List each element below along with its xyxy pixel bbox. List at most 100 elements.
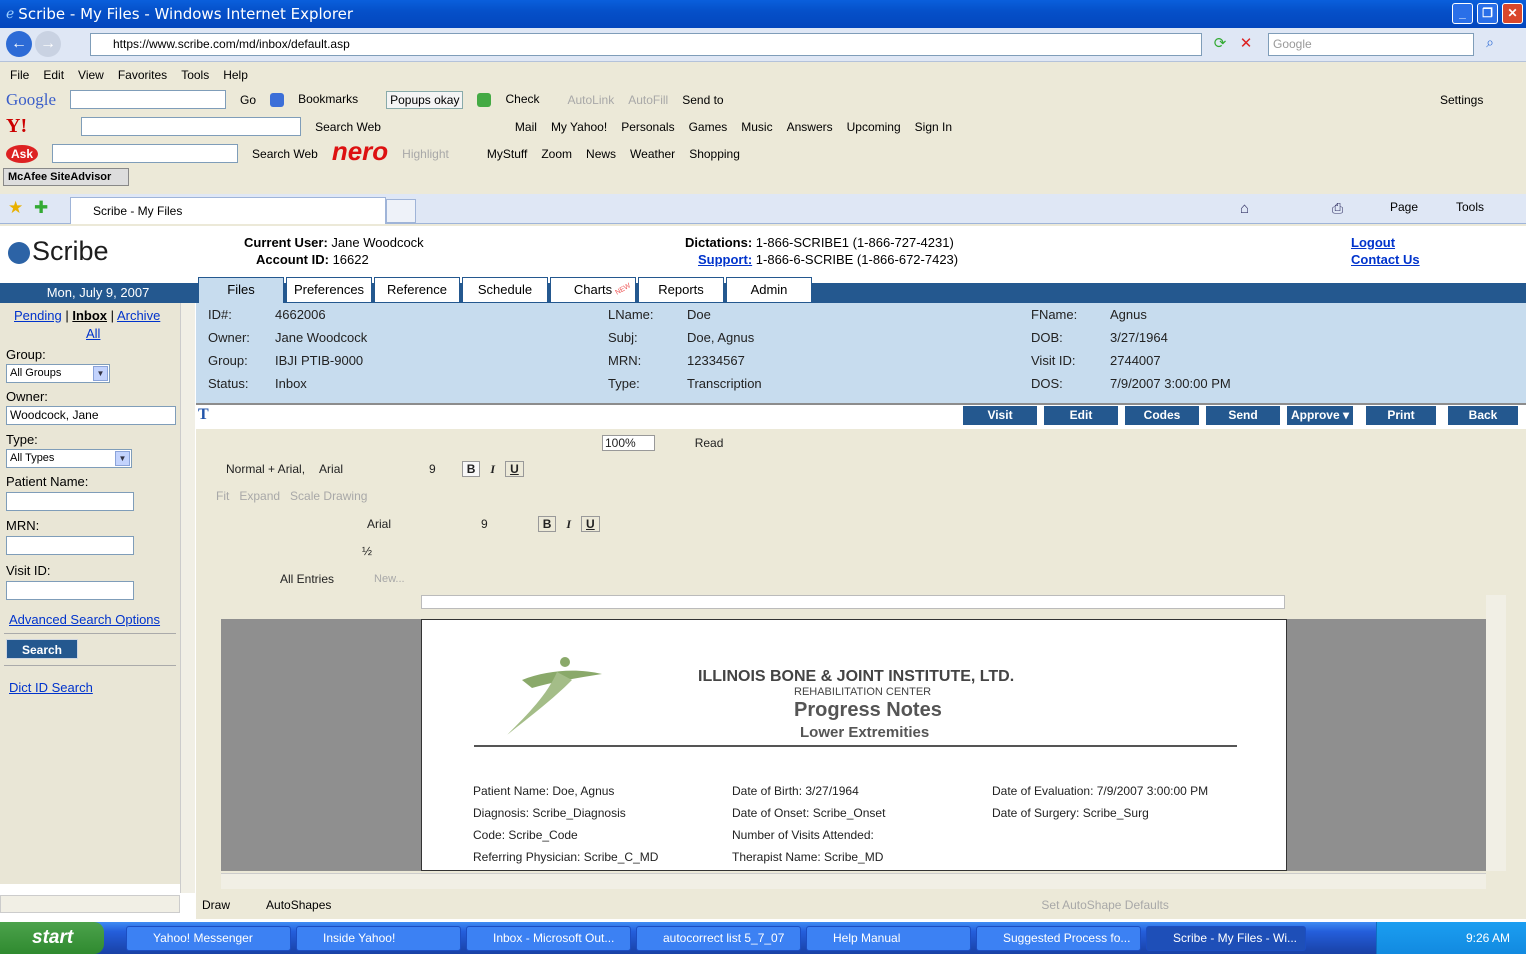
bookmarks-button[interactable]: Bookmarks [298, 92, 358, 106]
sidebar-horizontal-scrollbar[interactable] [0, 895, 180, 913]
refresh-icon[interactable]: ⟳ [1210, 34, 1230, 54]
pending-link[interactable]: Pending [14, 308, 62, 323]
url-input[interactable]: https://www.scribe.com/md/inbox/default.… [90, 33, 1202, 56]
close-button[interactable]: ✕ [1502, 3, 1523, 24]
draw-menu-button[interactable]: Draw [202, 898, 230, 912]
games-button[interactable]: Games [689, 120, 728, 134]
search-button[interactable]: Search [6, 639, 78, 659]
google-search-input[interactable] [70, 90, 227, 109]
group-select[interactable]: All Groups ▼ [6, 364, 110, 383]
font-select-2[interactable]: Arial [367, 517, 471, 531]
zoom-button[interactable]: Zoom [541, 147, 572, 161]
visit-button[interactable]: Visit [963, 406, 1037, 425]
font-size-select-2[interactable]: 9 [481, 517, 488, 531]
task-help-manual[interactable]: Help Manual [806, 926, 971, 951]
underline-button-2[interactable]: U [581, 516, 600, 532]
autoshapes-menu-button[interactable]: AutoShapes [266, 898, 331, 912]
back-button[interactable]: Back [1448, 406, 1518, 425]
tab-files[interactable]: Files [198, 277, 284, 303]
inbox-link[interactable]: Inbox [72, 308, 107, 323]
autolink-button[interactable]: AutoLink [568, 93, 615, 107]
mcafee-siteadvisor-button[interactable]: McAfee SiteAdvisor [3, 168, 129, 186]
search-input[interactable]: Google [1268, 33, 1474, 56]
dict-id-search-link[interactable]: Dict ID Search [9, 680, 93, 695]
menu-edit[interactable]: Edit [43, 68, 64, 82]
italic-button-2[interactable]: I [566, 517, 571, 532]
popups-button[interactable]: Popups okay [386, 90, 464, 109]
underline-button[interactable]: U [505, 461, 524, 477]
tab-reference[interactable]: Reference [374, 277, 460, 302]
mrn-input[interactable] [6, 536, 134, 555]
yahoo-search-input[interactable] [81, 117, 302, 136]
owner-input[interactable]: Woodcock, Jane [6, 406, 176, 425]
browser-tab[interactable]: Scribe - My Files [70, 197, 386, 224]
advanced-search-link[interactable]: Advanced Search Options [9, 612, 160, 627]
contact-us-link[interactable]: Contact Us [1351, 252, 1420, 267]
weather-button[interactable]: Weather [630, 147, 675, 161]
document-horizontal-scrollbar[interactable] [221, 873, 1486, 889]
sidebar-scrollbar[interactable] [180, 303, 195, 893]
fit-button[interactable]: Fit [216, 489, 229, 503]
send-to-button[interactable]: Send to [682, 93, 723, 107]
bold-button-2[interactable]: B [537, 516, 557, 532]
italic-button[interactable]: I [490, 462, 495, 477]
yahoo-search-web-button[interactable]: Search Web [315, 120, 381, 134]
print-icon[interactable]: ⎙ [1332, 200, 1343, 217]
mystuff-button[interactable]: MyStuff [487, 147, 527, 161]
type-select[interactable]: All Types ▼ [6, 449, 132, 468]
new-autotext-button[interactable]: New... [374, 573, 405, 585]
favorites-star-icon[interactable]: ★ [8, 198, 23, 218]
patient-name-input[interactable] [6, 492, 134, 511]
document-page[interactable]: ILLINOIS BONE & JOINT INSTITUTE, LTD. RE… [421, 619, 1287, 871]
font-size-select[interactable]: 9 [429, 462, 436, 476]
style-select[interactable]: Normal + Arial, [226, 462, 305, 476]
mail-button[interactable]: Mail [515, 120, 537, 134]
codes-button[interactable]: Codes [1125, 406, 1199, 425]
logout-link[interactable]: Logout [1351, 235, 1395, 250]
menu-favorites[interactable]: Favorites [118, 68, 167, 82]
send-button[interactable]: Send [1206, 406, 1280, 425]
task-outlook-inbox[interactable]: Inbox - Microsoft Out... [466, 926, 631, 951]
scale-drawing-button[interactable]: Scale Drawing [290, 489, 367, 503]
task-inside-yahoo[interactable]: Inside Yahoo! [296, 926, 461, 951]
edit-button[interactable]: Edit [1044, 406, 1118, 425]
line-weight-select[interactable]: ½ [362, 544, 372, 558]
search-icon[interactable]: ⌕ [1480, 34, 1500, 54]
menu-view[interactable]: View [78, 68, 104, 82]
task-yahoo-messenger[interactable]: Yahoo! Messenger [126, 926, 291, 951]
minimize-button[interactable]: _ [1452, 3, 1473, 24]
new-tab-button[interactable] [386, 199, 416, 223]
tab-reports[interactable]: Reports [638, 277, 724, 302]
home-icon[interactable]: ⌂ [1240, 200, 1249, 217]
start-button[interactable]: start [0, 922, 104, 954]
page-menu-button[interactable]: Page [1390, 200, 1418, 214]
my-yahoo-button[interactable]: My Yahoo! [551, 120, 607, 134]
forward-button[interactable]: → [35, 31, 61, 57]
document-vertical-scrollbar[interactable] [1486, 595, 1506, 871]
menu-file[interactable]: File [10, 68, 29, 82]
set-autoshape-defaults-button[interactable]: Set AutoShape Defaults [1041, 898, 1168, 912]
sign-in-button[interactable]: Sign In [915, 120, 952, 134]
settings-button[interactable]: Settings [1440, 93, 1483, 107]
tab-schedule[interactable]: Schedule [462, 277, 548, 302]
bold-button[interactable]: B [461, 461, 481, 477]
check-button[interactable]: Check [505, 92, 539, 106]
all-link[interactable]: All [86, 326, 100, 341]
approve-button[interactable]: Approve ▾ [1287, 406, 1353, 425]
task-suggested-process[interactable]: Suggested Process fo... [976, 926, 1141, 951]
back-button[interactable]: ← [6, 31, 32, 57]
all-entries-button[interactable]: All Entries [280, 572, 334, 586]
news-button[interactable]: News [586, 147, 616, 161]
shopping-button[interactable]: Shopping [689, 147, 740, 161]
task-scribe-my-files[interactable]: Scribe - My Files - Wi... [1146, 926, 1306, 951]
upcoming-button[interactable]: Upcoming [847, 120, 901, 134]
expand-button[interactable]: Expand [239, 489, 280, 503]
google-go-button[interactable]: Go [240, 93, 256, 107]
ask-search-input[interactable] [52, 144, 239, 163]
zoom-select[interactable]: 100% [602, 435, 655, 451]
read-button[interactable]: Read [695, 436, 724, 450]
answers-button[interactable]: Answers [787, 120, 833, 134]
tab-charts[interactable]: Charts NEW [550, 277, 636, 302]
task-autocorrect-list[interactable]: autocorrect list 5_7_07 [636, 926, 801, 951]
highlight-button[interactable]: Highlight [402, 147, 449, 161]
